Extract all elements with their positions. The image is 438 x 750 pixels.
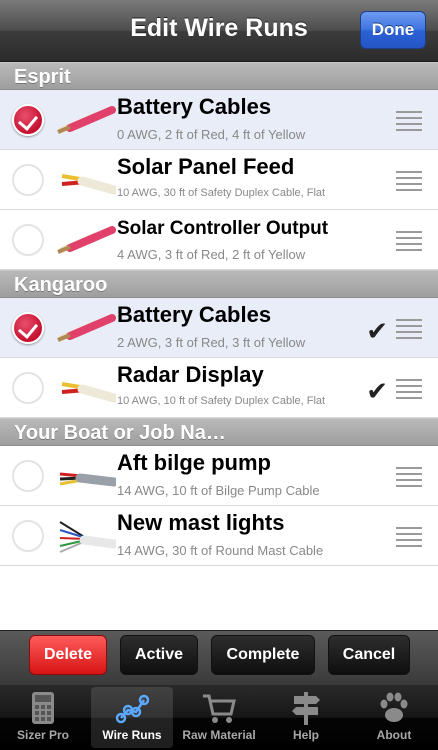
checkbox-unchecked[interactable] [12,224,44,256]
tab-help[interactable]: Help [265,687,347,748]
row-subtitle: 2 AWG, 3 ft of Red, 3 ft of Yellow [117,335,306,350]
mast-cable-icon [59,521,116,553]
list-item[interactable]: Battery Cables 0 AWG, 2 ft of Red, 4 ft … [0,90,438,150]
reorder-handle-icon[interactable] [396,527,422,547]
list-item[interactable]: Aft bilge pump 14 AWG, 10 ft of Bilge Pu… [0,446,438,506]
checkbox-checked[interactable] [12,104,44,136]
tab-label: Raw Material [182,728,256,742]
checkmark-icon: ✔ [366,316,388,346]
cancel-button[interactable]: Cancel [328,635,410,675]
row-subtitle: 14 AWG, 10 ft of Bilge Pump Cable [117,483,320,498]
reorder-handle-icon[interactable] [396,319,422,339]
red-cable-icon [57,106,116,134]
row-title: New mast lights [117,510,285,535]
red-cable-icon [57,314,116,342]
checkbox-checked[interactable] [12,312,44,344]
row-subtitle: 10 AWG, 10 ft of Safety Duplex Cable, Fl… [117,395,326,407]
row-title: Battery Cables [117,302,272,327]
calculator-icon [32,692,54,724]
tab-sizer-pro[interactable]: Sizer Pro [2,687,84,748]
row-title: Solar Panel Feed [117,154,295,179]
section-header-your-boat: Your Boat or Job Na… [0,418,438,446]
duplex-cable-icon [61,382,116,403]
reorder-handle-icon[interactable] [396,231,422,251]
active-button[interactable]: Active [120,635,198,675]
list-item[interactable]: Solar Controller Output 4 AWG, 3 ft of R… [0,210,438,270]
paw-icon [380,692,408,722]
signpost-icon [292,692,320,725]
reorder-handle-icon[interactable] [396,467,422,487]
delete-button[interactable]: Delete [29,635,107,675]
duplex-cable-icon [61,174,116,195]
red-cable-icon [57,226,116,254]
list-item[interactable]: Solar Panel Feed 10 AWG, 30 ft of Safety… [0,150,438,210]
checkmark-icon: ✔ [366,376,388,406]
row-title: Battery Cables [117,94,272,119]
tab-raw-material[interactable]: Raw Material [178,687,260,748]
section-header-esprit: Esprit [0,62,438,90]
tab-label: Wire Runs [102,728,162,742]
reorder-handle-icon[interactable] [396,111,422,131]
tab-label: Help [292,728,319,742]
wire-run-list[interactable]: Esprit Battery Cables 0 AWG, 2 ft of Red… [0,62,438,630]
tab-label: About [376,728,412,742]
reorder-handle-icon[interactable] [396,171,422,191]
list-item[interactable]: New mast lights 14 AWG, 30 ft of Round M… [0,506,438,566]
row-title: Solar Controller Output [117,218,329,239]
row-subtitle: 10 AWG, 30 ft of Safety Duplex Cable, Fl… [117,187,326,199]
action-toolbar: Delete Active Complete Cancel [0,630,438,685]
tab-wire-runs[interactable]: Wire Runs [91,687,173,748]
checkbox-unchecked[interactable] [12,372,44,404]
bilge-cable-icon [59,472,116,487]
list-item[interactable]: Battery Cables 2 AWG, 3 ft of Red, 3 ft … [0,298,438,358]
cart-icon [203,694,236,723]
navigation-bar: Edit Wire Runs Done [0,0,438,62]
tab-label: Sizer Pro [16,728,70,742]
tab-bar: Sizer Pro Wire Runs Raw Material Help Ab… [0,685,438,750]
checkbox-unchecked[interactable] [12,460,44,492]
row-subtitle: 0 AWG, 2 ft of Red, 4 ft of Yellow [117,127,306,142]
checkbox-unchecked[interactable] [12,164,44,196]
wire-runs-icon [115,694,150,724]
tab-about[interactable]: About [353,687,435,748]
section-header-kangaroo: Kangaroo [0,270,438,298]
complete-button[interactable]: Complete [211,635,315,675]
checkbox-unchecked[interactable] [12,520,44,552]
row-subtitle: 4 AWG, 3 ft of Red, 2 ft of Yellow [117,247,306,262]
row-subtitle: 14 AWG, 30 ft of Round Mast Cable [117,543,324,558]
list-item[interactable]: Radar Display 10 AWG, 10 ft of Safety Du… [0,358,438,418]
done-button[interactable]: Done [360,11,426,49]
row-title: Aft bilge pump [117,450,271,475]
reorder-handle-icon[interactable] [396,379,422,399]
row-title: Radar Display [117,362,264,387]
